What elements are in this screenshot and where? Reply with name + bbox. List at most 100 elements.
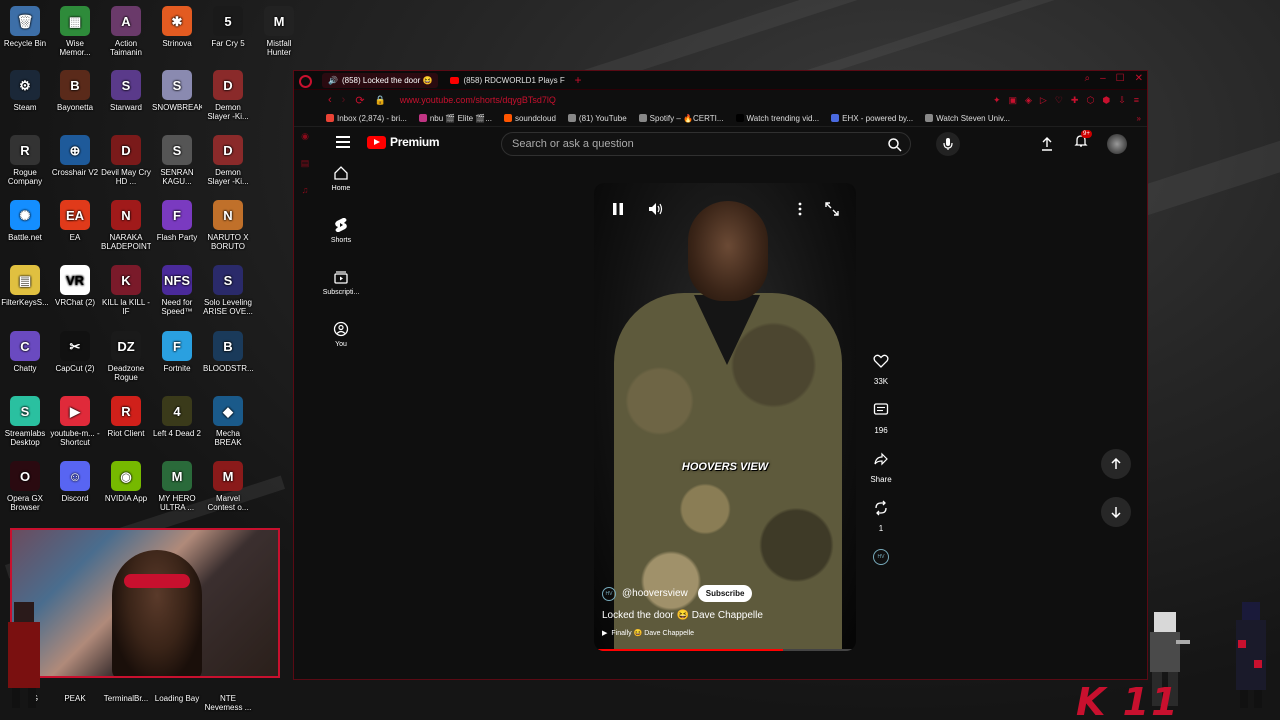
- bookmark-item[interactable]: (81) YouTube: [567, 114, 627, 123]
- heart-icon[interactable]: ♡: [1055, 95, 1063, 106]
- search-icon[interactable]: [886, 136, 904, 154]
- back-icon[interactable]: ‹: [328, 94, 332, 106]
- gx-control-icon[interactable]: ◉: [301, 131, 309, 142]
- desktop-icon[interactable]: S SNOWBREAK: [152, 70, 202, 112]
- close-icon[interactable]: ✕: [1135, 73, 1143, 84]
- play-icon[interactable]: ▷: [1040, 95, 1047, 106]
- more-options-icon[interactable]: [790, 199, 810, 219]
- desktop-icon[interactable]: S Solo Leveling ARISE OVE...: [203, 265, 253, 316]
- short-title[interactable]: Locked the door 😆 Dave Chappelle: [602, 610, 848, 621]
- short-player[interactable]: HOOVERS VIEW HV @hooversview Subscribe L…: [594, 183, 856, 651]
- cube-icon[interactable]: ⬡: [1086, 95, 1094, 106]
- nav-item-you[interactable]: You: [316, 313, 366, 365]
- download-icon[interactable]: ⇩: [1118, 95, 1126, 106]
- puzzle-icon[interactable]: ✚: [1071, 95, 1079, 106]
- bookmark-item[interactable]: Watch trending vid...: [735, 114, 819, 123]
- next-short-button[interactable]: [1101, 497, 1131, 527]
- sound-button[interactable]: HV: [866, 549, 896, 565]
- desktop-icon[interactable]: ✱ Strinova: [152, 6, 202, 48]
- bookmark-item[interactable]: Watch Steven Univ...: [925, 114, 1010, 123]
- desktop-icon[interactable]: D Demon Slayer -Ki...: [203, 70, 253, 121]
- desktop-icon[interactable]: PEAK: [50, 682, 100, 703]
- bookmark-item[interactable]: Spotify – 🔥CERTI...: [638, 114, 724, 123]
- desktop-icon[interactable]: TerminalBr...: [101, 682, 151, 703]
- bookmark-item[interactable]: soundcloud: [503, 114, 556, 123]
- snapshot-icon[interactable]: ▣: [1008, 95, 1017, 106]
- desktop-icon[interactable]: O Opera GX Browser: [0, 461, 50, 512]
- avatar[interactable]: [1107, 133, 1127, 154]
- player-icon[interactable]: ♫: [302, 185, 309, 195]
- box-icon[interactable]: ⬢: [1102, 95, 1110, 106]
- desktop-icon[interactable]: N NARAKA BLADEPOINT: [101, 200, 151, 251]
- hamburger-menu-icon[interactable]: [336, 136, 350, 151]
- desktop-icon[interactable]: R Riot Client: [101, 396, 151, 438]
- extension-icon[interactable]: ✦: [993, 95, 1001, 106]
- search-tabs-icon[interactable]: ⌕: [1084, 73, 1090, 84]
- maximize-icon[interactable]: ☐: [1116, 73, 1125, 84]
- tab-active[interactable]: 🔊 (858) Locked the door 😆: [322, 72, 439, 88]
- new-tab-icon[interactable]: +: [574, 73, 581, 87]
- forward-icon[interactable]: ›: [342, 94, 346, 106]
- desktop-icon[interactable]: 5 Far Cry 5: [203, 6, 253, 48]
- upload-icon[interactable]: [1039, 136, 1055, 152]
- desktop-icon[interactable]: S Streamlabs Desktop: [0, 396, 50, 447]
- desktop-icon[interactable]: ☺ Discord: [50, 461, 100, 503]
- desktop-icon[interactable]: N NARUTO X BORUTO UL...: [203, 200, 253, 251]
- channel-avatar[interactable]: HV: [602, 586, 616, 601]
- desktop-icon[interactable]: C Chatty: [0, 331, 50, 373]
- progress-bar[interactable]: [594, 649, 856, 651]
- bookmark-item[interactable]: Inbox (2,874) - bri...: [326, 114, 407, 123]
- desktop-icon[interactable]: K KILL la KILL -IF: [101, 265, 151, 316]
- subscribe-button[interactable]: Subscribe: [697, 585, 753, 602]
- shield-icon[interactable]: ◈: [1025, 95, 1032, 106]
- volume-icon[interactable]: [646, 199, 666, 219]
- share-button[interactable]: Share: [866, 451, 896, 484]
- notifications-button[interactable]: 9+: [1073, 130, 1092, 154]
- desktop-icon[interactable]: S Starward: [101, 70, 151, 112]
- desktop-icon[interactable]: F Fortnite: [152, 331, 202, 373]
- desktop-icon[interactable]: ▦ Wise Memor...: [50, 6, 100, 57]
- desktop-icon[interactable]: ⊕ Crosshair V2: [50, 135, 100, 177]
- desktop-icon[interactable]: VR VRChat (2): [50, 265, 100, 307]
- desktop-icon[interactable]: S SENRAN KAGU...: [152, 135, 202, 186]
- desktop-icon[interactable]: ◉ NVIDIA App: [101, 461, 151, 503]
- minimize-icon[interactable]: –: [1100, 73, 1106, 84]
- url-field[interactable]: www.youtube.com/shorts/dqygBTsd7lQ: [400, 95, 556, 105]
- desktop-icon[interactable]: ✺ Battle.net: [0, 200, 50, 242]
- desktop-icon[interactable]: EA EA: [50, 200, 100, 242]
- remix-button[interactable]: 1: [866, 500, 896, 533]
- comments-button[interactable]: 196: [866, 402, 896, 435]
- fullscreen-icon[interactable]: [822, 199, 842, 219]
- desktop-icon[interactable]: F Flash Party: [152, 200, 202, 242]
- desktop-icon[interactable]: R Rogue Company: [0, 135, 50, 186]
- bookmark-item[interactable]: nbu 🎬 Elite 🎬...: [418, 114, 492, 123]
- menu-icon[interactable]: ≡: [1134, 95, 1139, 106]
- nav-item-shorts[interactable]: Shorts: [316, 209, 366, 261]
- search-input[interactable]: Search or ask a question: [501, 132, 911, 156]
- pause-icon[interactable]: [608, 199, 628, 219]
- tab-inactive[interactable]: (858) RDCWORLD1 Plays F: [444, 73, 568, 88]
- nav-item-home[interactable]: Home: [316, 157, 366, 209]
- previous-short-button[interactable]: [1101, 449, 1131, 479]
- desktop-icon[interactable]: DZ Deadzone Rogue: [101, 331, 151, 382]
- desktop-icon[interactable]: ▶ youtube-m... - Shortcut: [50, 396, 100, 447]
- desktop-icon[interactable]: D Demon Slayer -Ki...: [203, 135, 253, 186]
- nav-item-subscriptions[interactable]: Subscripti...: [316, 261, 366, 313]
- desktop-icon[interactable]: ⚙ Steam: [0, 70, 50, 112]
- desktop-icon[interactable]: NFS Need for Speed™ Heat: [152, 265, 202, 316]
- bookmark-item[interactable]: EHX - powered by...: [831, 114, 913, 123]
- desktop-icon[interactable]: B BLOODSTR...: [203, 331, 253, 373]
- twitch-icon[interactable]: ▤: [301, 158, 310, 169]
- desktop-icon[interactable]: 4 Left 4 Dead 2: [152, 396, 202, 438]
- desktop-icon[interactable]: ◆ Mecha BREAK: [203, 396, 253, 447]
- desktop-icon[interactable]: M Marvel Contest o...: [203, 461, 253, 512]
- desktop-icon[interactable]: M Mistfall Hunter: [254, 6, 304, 57]
- opera-logo-icon[interactable]: [299, 75, 312, 88]
- desktop-icon[interactable]: A Action Taimanin: [101, 6, 151, 57]
- desktop-icon[interactable]: ✂ CapCut (2): [50, 331, 100, 373]
- desktop-icon[interactable]: D Devil May Cry HD ...: [101, 135, 151, 186]
- audio-icon[interactable]: 🔊: [328, 76, 338, 85]
- desktop-icon[interactable]: B Bayonetta: [50, 70, 100, 112]
- desktop-icon[interactable]: M MY HERO ULTRA ...: [152, 461, 202, 512]
- bookmarks-overflow-icon[interactable]: »: [1137, 114, 1147, 123]
